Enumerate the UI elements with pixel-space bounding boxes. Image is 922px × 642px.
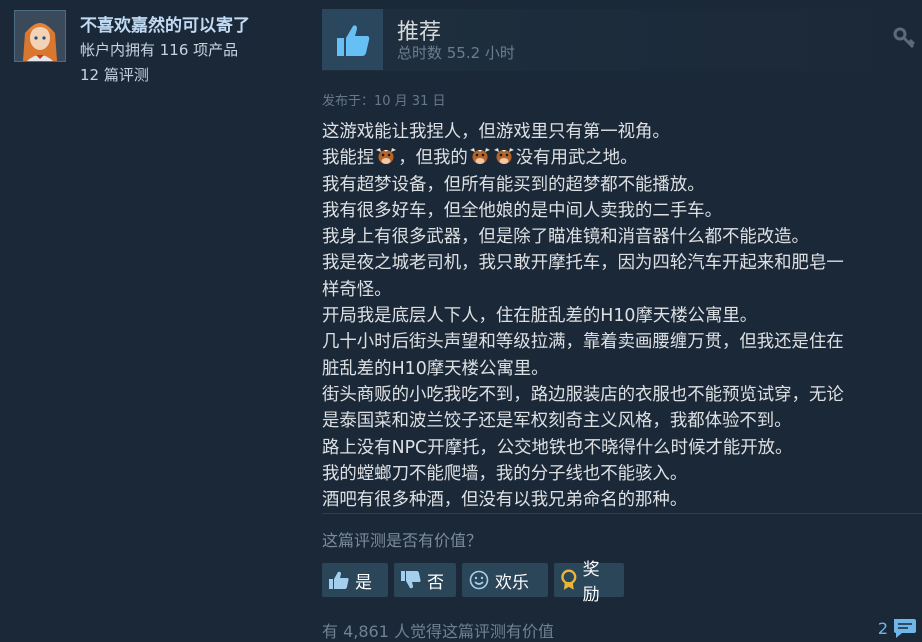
award-label: 奖励 bbox=[582, 560, 600, 605]
divider bbox=[322, 513, 922, 514]
review-line: 开局我是底层人下人，住在脏乱差的H10摩天楼公寓里。 bbox=[322, 306, 758, 327]
thumbs-up-icon bbox=[329, 571, 349, 589]
review-line: 几十小时后街头声望和等级拉满，靠着卖画腰缠万贯，但我还是住在 bbox=[322, 332, 844, 353]
review-line: 路上没有NPC开摩托，公交地铁也不晓得什么时候才能开放。 bbox=[322, 437, 793, 458]
review-line: 街头商贩的小吃我吃不到，路边服装店的衣服也不能预览试穿，无论 bbox=[322, 384, 844, 405]
review-count[interactable]: 12 篇评测 bbox=[80, 64, 149, 85]
helpful-count: 有 4,861 人觉得这篇评测有价值 bbox=[322, 622, 554, 641]
username[interactable]: 不喜欢嘉然的可以寄了 bbox=[80, 11, 250, 36]
review-line: 我身上有很多武器，但是除了瞄准镜和消音器什么都不能改造。 bbox=[322, 227, 809, 248]
cow-emoticon-icon bbox=[376, 148, 397, 165]
vote-funny-button[interactable]: 欢乐 bbox=[462, 563, 548, 597]
review-line: 脏乱差的H10摩天楼公寓里。 bbox=[322, 358, 549, 379]
review-line: 我有超梦设备，但所有能买到的超梦都不能播放。 bbox=[322, 174, 705, 195]
avatar[interactable] bbox=[14, 10, 66, 62]
review-line: 样奇怪。 bbox=[322, 279, 392, 300]
thumbs-down-icon bbox=[401, 571, 421, 589]
review-line: 我能捏 ，但我的 没有用武之地。 bbox=[322, 145, 920, 171]
comment-count: 2 bbox=[877, 618, 888, 638]
cow-emoticon-icon bbox=[469, 148, 490, 165]
review-line: 我的螳螂刀不能爬墙，我的分子线也不能骇入。 bbox=[322, 463, 688, 484]
recommended-thumb bbox=[322, 9, 383, 70]
vote-yes-button[interactable]: 是 bbox=[322, 563, 388, 597]
vote-no-label: 否 bbox=[427, 572, 444, 593]
products-owned[interactable]: 帐户内拥有 116 项产品 bbox=[80, 39, 238, 60]
review-header: 推荐 总时数 55.2 小时 bbox=[322, 9, 922, 71]
review-line-part: 我能捏 bbox=[322, 148, 375, 169]
review-line: 是泰国菜和波兰饺子还是军权刻奇主义风格，我都体验不到。 bbox=[322, 411, 792, 432]
review-line-part: 没有用武之地。 bbox=[515, 148, 638, 169]
award-medal-icon bbox=[561, 569, 577, 590]
review-line-part: ，但我的 bbox=[398, 148, 468, 169]
thumbs-up-icon bbox=[336, 24, 369, 56]
vote-funny-label: 欢乐 bbox=[495, 572, 529, 593]
award-button[interactable]: 奖励 bbox=[554, 560, 624, 605]
vote-yes-label: 是 bbox=[355, 572, 372, 593]
review-line: 我是夜之城老司机，我只敢开摩托车，因为四轮汽车开起来和肥皂一 bbox=[322, 253, 844, 274]
review-line: 我有很多好车，但全他娘的是中间人卖我的二手车。 bbox=[322, 200, 722, 221]
review-line: 这游戏能让我捏人，但游戏里只有第一视角。 bbox=[322, 122, 670, 142]
vote-no-button[interactable]: 否 bbox=[394, 563, 456, 597]
smiley-icon bbox=[469, 570, 489, 590]
cow-emoticon-icon bbox=[493, 148, 514, 165]
hours-played: 总时数 55.2 小时 bbox=[397, 44, 515, 62]
helpful-question: 这篇评测是否有价值？ bbox=[322, 531, 483, 550]
review-body: 这游戏能让我捏人，但游戏里只有第一视角。 我能捏 ，但我的 没有用武之地。 我有超梦… bbox=[322, 119, 920, 513]
posted-date: 发布于：10 月 31 日 bbox=[322, 94, 446, 109]
comment-bubble-icon bbox=[894, 619, 916, 638]
key-icon bbox=[892, 26, 916, 54]
comments-link[interactable]: 2 bbox=[878, 617, 918, 639]
review-line: 酒吧有很多种酒，但没有以我兄弟命名的那种。 bbox=[322, 490, 688, 511]
